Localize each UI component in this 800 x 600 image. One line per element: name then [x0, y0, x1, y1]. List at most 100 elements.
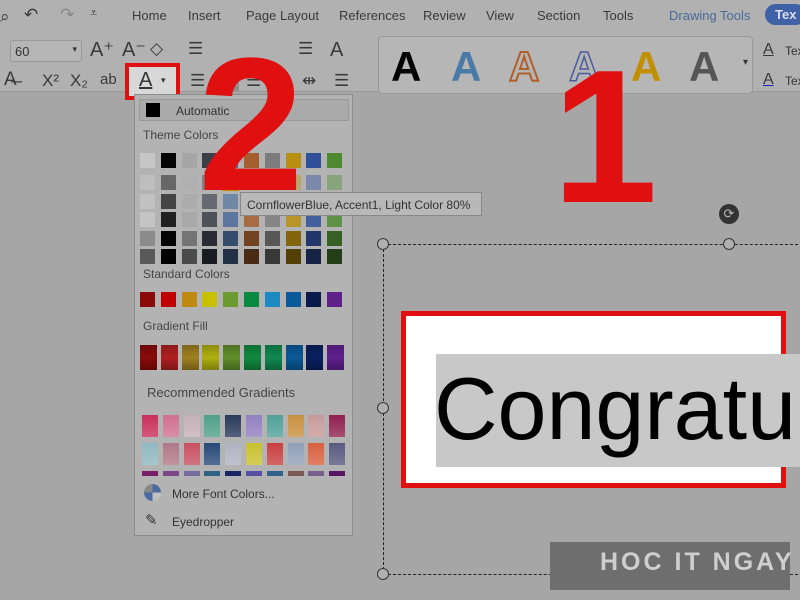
gradient-fill-swatch[interactable]: [327, 345, 345, 370]
theme-shade-swatch[interactable]: [327, 249, 343, 265]
style-gray[interactable]: A: [689, 43, 719, 91]
recommended-gradient-swatch[interactable]: [308, 443, 325, 465]
gradient-fill-swatch[interactable]: [285, 345, 303, 370]
theme-shade-swatch[interactable]: [244, 249, 259, 265]
resize-handle[interactable]: [377, 238, 389, 250]
grow-font-icon[interactable]: A⁺: [90, 40, 114, 60]
recommended-gradient-swatch[interactable]: [266, 415, 283, 437]
theme-shade-swatch[interactable]: [327, 175, 343, 190]
recommended-gradient-swatch[interactable]: [142, 443, 158, 465]
gallery-more-icon[interactable]: ▾: [743, 57, 748, 68]
gradient-fill-swatch[interactable]: [140, 345, 157, 370]
recommended-gradient-swatch[interactable]: [142, 471, 158, 476]
gradient-fill-swatch[interactable]: [264, 345, 282, 370]
theme-shade-swatch[interactable]: [306, 249, 322, 265]
tab-home[interactable]: Home: [132, 8, 167, 23]
rotate-handle-icon[interactable]: ⟳: [719, 204, 739, 224]
theme-shade-swatch[interactable]: [327, 230, 343, 246]
recommended-gradient-swatch[interactable]: [329, 415, 346, 437]
text-box[interactable]: Congratul: [383, 244, 800, 575]
search-icon[interactable]: ⌕: [0, 8, 10, 25]
highlight-icon[interactable]: ab: [100, 72, 117, 87]
theme-shade-swatch[interactable]: [140, 212, 155, 228]
theme-color-swatch[interactable]: [306, 153, 322, 168]
theme-shade-swatch[interactable]: [160, 193, 176, 209]
recommended-gradient-swatch[interactable]: [266, 471, 283, 476]
theme-color-swatch[interactable]: [140, 153, 155, 168]
tab-drawing-tools[interactable]: Drawing Tools: [669, 8, 750, 23]
theme-shade-swatch[interactable]: [202, 249, 218, 265]
recommended-gradient-swatch[interactable]: [308, 471, 325, 476]
theme-shade-swatch[interactable]: [181, 175, 197, 190]
theme-shade-swatch[interactable]: [160, 230, 176, 246]
text-outline-icon[interactable]: A: [763, 72, 774, 88]
theme-shade-swatch[interactable]: [181, 212, 197, 228]
text-fill-label[interactable]: Tex: [785, 44, 800, 58]
theme-shade-swatch[interactable]: [244, 230, 259, 246]
text-effect-icon[interactable]: A: [330, 40, 343, 60]
theme-shade-swatch[interactable]: [140, 175, 155, 190]
shrink-font-icon[interactable]: A⁻: [122, 40, 146, 60]
text-outline-label[interactable]: Tex: [785, 74, 800, 88]
recommended-gradient-swatch[interactable]: [162, 471, 179, 476]
recommended-gradient-swatch[interactable]: [162, 443, 179, 465]
gradient-fill-swatch[interactable]: [306, 345, 324, 370]
standard-color-swatch[interactable]: [285, 292, 301, 307]
standard-color-swatch[interactable]: [140, 292, 155, 307]
recommended-gradient-swatch[interactable]: [266, 443, 283, 465]
gradient-fill-swatch[interactable]: [160, 345, 178, 370]
theme-shade-swatch[interactable]: [140, 249, 155, 265]
resize-handle[interactable]: [723, 238, 735, 250]
tab-tools[interactable]: Tools: [603, 8, 633, 23]
customize-icon[interactable]: ⩡: [90, 6, 97, 19]
tab-review[interactable]: Review: [423, 8, 466, 23]
theme-shade-swatch[interactable]: [181, 249, 197, 265]
theme-shade-swatch[interactable]: [202, 230, 218, 246]
eyedropper-option[interactable]: ✎ Eyedropper: [135, 509, 352, 533]
text-fill-icon[interactable]: A: [763, 42, 774, 58]
recommended-gradient-swatch[interactable]: [183, 471, 200, 476]
redo-icon[interactable]: ↷: [60, 6, 74, 23]
theme-color-swatch[interactable]: [327, 153, 343, 168]
theme-shade-swatch[interactable]: [160, 212, 176, 228]
theme-shade-swatch[interactable]: [264, 230, 280, 246]
tab-text[interactable]: Tex: [765, 4, 800, 25]
recommended-gradient-swatch[interactable]: [246, 443, 262, 465]
style-blue[interactable]: A: [451, 43, 481, 91]
recommended-gradient-swatch[interactable]: [246, 415, 262, 437]
theme-shade-swatch[interactable]: [285, 249, 301, 265]
recommended-gradient-swatch[interactable]: [204, 471, 221, 476]
superscript-icon[interactable]: X²: [42, 72, 59, 89]
theme-shade-swatch[interactable]: [264, 249, 280, 265]
resize-handle[interactable]: [377, 402, 389, 414]
tab-references[interactable]: References: [339, 8, 405, 23]
theme-shade-swatch[interactable]: [223, 230, 239, 246]
recommended-gradient-swatch[interactable]: [225, 471, 242, 476]
gradient-fill-swatch[interactable]: [223, 345, 241, 370]
standard-color-swatch[interactable]: [160, 292, 176, 307]
recommended-gradient-swatch[interactable]: [287, 443, 304, 465]
recommended-gradient-swatch[interactable]: [308, 415, 325, 437]
gradient-fill-swatch[interactable]: [181, 345, 199, 370]
recommended-gradient-swatch[interactable]: [183, 415, 200, 437]
undo-icon[interactable]: ↶: [24, 6, 38, 23]
theme-shade-swatch[interactable]: [160, 175, 176, 190]
standard-color-swatch[interactable]: [181, 292, 197, 307]
theme-shade-swatch[interactable]: [160, 249, 176, 265]
recommended-gradient-swatch[interactable]: [287, 415, 304, 437]
theme-shade-swatch[interactable]: [285, 230, 301, 246]
theme-shade-swatch[interactable]: [306, 175, 322, 190]
recommended-gradient-swatch[interactable]: [246, 471, 262, 476]
eraser-icon[interactable]: ◇: [150, 40, 163, 57]
selected-text[interactable]: Congratul: [436, 354, 800, 467]
standard-color-swatch[interactable]: [264, 292, 280, 307]
distribute-icon[interactable]: ⇹: [302, 72, 316, 89]
standard-color-swatch[interactable]: [327, 292, 343, 307]
standard-color-swatch[interactable]: [244, 292, 259, 307]
recommended-gradient-swatch[interactable]: [204, 443, 221, 465]
gradient-fill-swatch[interactable]: [202, 345, 220, 370]
recommended-gradient-swatch[interactable]: [329, 443, 346, 465]
line-spacing-icon[interactable]: ☰: [334, 72, 349, 89]
theme-shade-swatch[interactable]: [140, 230, 155, 246]
recommended-gradient-swatch[interactable]: [225, 443, 242, 465]
